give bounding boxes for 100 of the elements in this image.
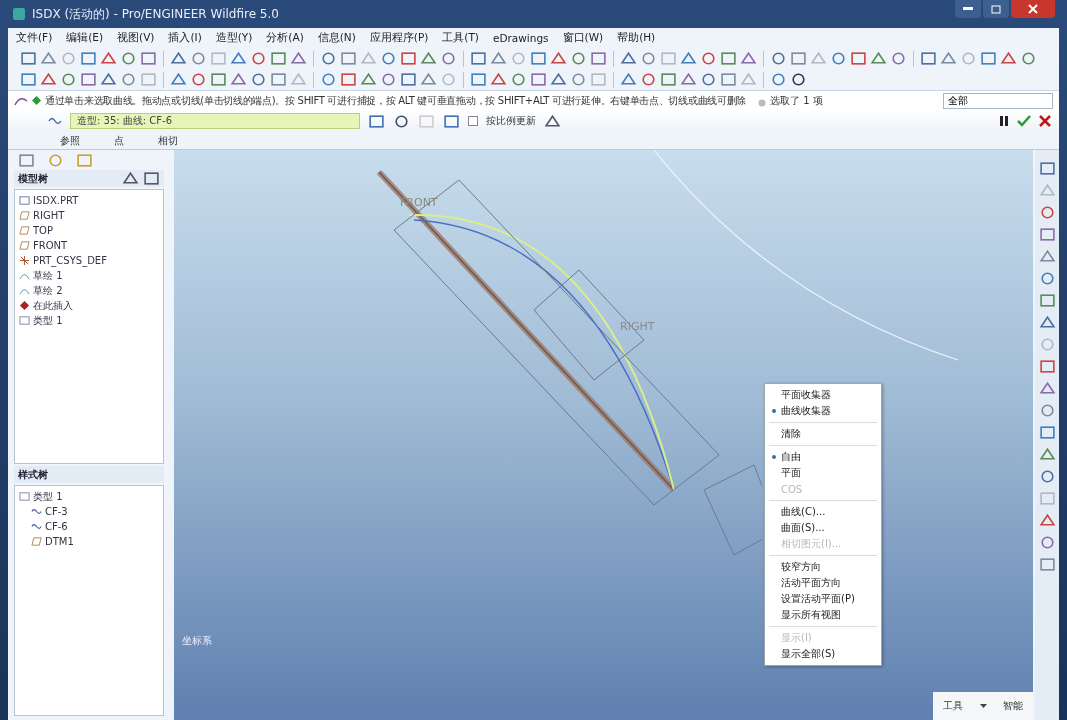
tool-icon[interactable] bbox=[320, 50, 337, 67]
feature-field[interactable]: 造型: 35: 曲线: CF-6 bbox=[70, 113, 360, 129]
menu-item[interactable]: 活动平面方向 bbox=[765, 575, 881, 591]
tree-item[interactable]: TOP bbox=[19, 223, 159, 238]
tool-icon[interactable] bbox=[290, 50, 307, 67]
tool-icon[interactable] bbox=[380, 71, 397, 88]
tool-icon[interactable] bbox=[1038, 204, 1056, 221]
menu-item[interactable]: 曲线(C)... bbox=[765, 504, 881, 520]
tool-icon[interactable] bbox=[510, 71, 527, 88]
tree-item[interactable]: 在此插入 bbox=[19, 298, 159, 313]
close-button[interactable] bbox=[1011, 0, 1055, 18]
tool-icon[interactable] bbox=[680, 71, 697, 88]
caret-icon[interactable] bbox=[979, 704, 987, 708]
pause-icon[interactable] bbox=[999, 115, 1009, 127]
menu-item[interactable]: 信息(N) bbox=[317, 31, 356, 45]
tool-icon[interactable] bbox=[380, 50, 397, 67]
menu-item[interactable]: 窗口(W) bbox=[562, 31, 604, 45]
tab[interactable]: 相切 bbox=[154, 132, 182, 149]
tool-icon[interactable] bbox=[190, 71, 207, 88]
tree-item[interactable]: CF-3 bbox=[19, 504, 159, 520]
tree-item[interactable]: RIGHT bbox=[19, 208, 159, 223]
tool-icon[interactable] bbox=[770, 50, 787, 67]
menu-item[interactable]: 曲线收集器 bbox=[765, 403, 881, 419]
close-icon[interactable] bbox=[1039, 115, 1051, 127]
tool-icon[interactable] bbox=[700, 50, 717, 67]
tab[interactable]: 点 bbox=[110, 132, 128, 149]
checkbox[interactable] bbox=[468, 116, 478, 126]
tool-icon[interactable] bbox=[20, 71, 37, 88]
tool-icon[interactable] bbox=[40, 71, 57, 88]
tab[interactable]: 参照 bbox=[56, 132, 84, 149]
tool-icon[interactable] bbox=[830, 50, 847, 67]
tool-icon[interactable] bbox=[550, 50, 567, 67]
menu-item[interactable]: 插入(I) bbox=[168, 31, 202, 45]
tool-icon[interactable] bbox=[230, 50, 247, 67]
tool-icon[interactable] bbox=[440, 50, 457, 67]
tool-icon[interactable] bbox=[140, 50, 157, 67]
tree-item[interactable]: 类型 1 bbox=[19, 489, 159, 505]
menu-item[interactable]: 视图(V) bbox=[117, 31, 155, 45]
tree-item[interactable]: 草绘 2 bbox=[19, 283, 159, 298]
tool-icon[interactable] bbox=[80, 71, 97, 88]
menu-item[interactable]: 工具(T) bbox=[442, 31, 479, 45]
tool-icon[interactable] bbox=[340, 71, 357, 88]
tool-icon[interactable] bbox=[1020, 50, 1037, 67]
menu-item[interactable]: 显示全部(S) bbox=[765, 646, 881, 662]
tool-icon[interactable] bbox=[1038, 468, 1056, 485]
menu-item[interactable]: 清除 bbox=[765, 426, 881, 442]
tool-icon[interactable] bbox=[393, 112, 410, 130]
tool-icon[interactable] bbox=[80, 50, 97, 67]
filter-dropdown[interactable]: 全部 bbox=[943, 92, 1053, 109]
maximize-button[interactable] bbox=[983, 0, 1009, 18]
menu-item[interactable]: 显示所有视图 bbox=[765, 607, 881, 623]
tool-icon[interactable] bbox=[230, 71, 247, 88]
minimize-button[interactable] bbox=[955, 0, 981, 18]
tool-icon[interactable] bbox=[250, 50, 267, 67]
tool-icon[interactable] bbox=[470, 50, 487, 67]
menu-item[interactable]: 文件(F) bbox=[16, 31, 53, 45]
tool-icon[interactable] bbox=[1038, 226, 1056, 243]
tools-menu[interactable]: 工具 bbox=[943, 699, 963, 713]
check-icon[interactable] bbox=[1017, 115, 1031, 127]
tool-icon[interactable] bbox=[680, 50, 697, 67]
tool-icon[interactable] bbox=[60, 71, 77, 88]
menu-item[interactable]: 造型(Y) bbox=[215, 31, 253, 45]
tool-icon[interactable] bbox=[100, 71, 117, 88]
tool-icon[interactable] bbox=[120, 50, 137, 67]
menu-item[interactable]: 自由 bbox=[765, 449, 881, 465]
tree-item[interactable]: ISDX.PRT bbox=[19, 193, 159, 208]
tree-item[interactable]: FRONT bbox=[19, 238, 159, 253]
tool-icon[interactable] bbox=[550, 71, 567, 88]
tool-icon[interactable] bbox=[870, 50, 887, 67]
tree-item[interactable]: 草绘 1 bbox=[19, 268, 159, 283]
tool-icon[interactable] bbox=[1038, 380, 1056, 397]
tool-icon[interactable] bbox=[400, 50, 417, 67]
tool-icon[interactable] bbox=[620, 50, 637, 67]
tool-icon[interactable] bbox=[530, 50, 547, 67]
tool-icon[interactable] bbox=[250, 71, 267, 88]
menu-item[interactable]: 平面 bbox=[765, 465, 881, 481]
menu-item[interactable]: 较窄方向 bbox=[765, 559, 881, 575]
tree-item[interactable]: CF-6 bbox=[19, 519, 159, 535]
menu-item[interactable]: 编辑(E) bbox=[66, 31, 104, 45]
tool-icon[interactable] bbox=[700, 71, 717, 88]
tree-item[interactable]: DTM1 bbox=[19, 534, 159, 550]
tool-icon[interactable] bbox=[100, 50, 117, 67]
tool-icon[interactable] bbox=[360, 71, 377, 88]
tool-icon[interactable] bbox=[620, 71, 637, 88]
menu-item[interactable]: 设置活动平面(P) bbox=[765, 591, 881, 607]
tool-icon[interactable] bbox=[890, 50, 907, 67]
tool-icon[interactable] bbox=[980, 50, 997, 67]
tool-icon[interactable] bbox=[530, 71, 547, 88]
menu-item[interactable]: 应用程序(P) bbox=[369, 31, 429, 45]
tool-icon[interactable] bbox=[470, 71, 487, 88]
tool-icon[interactable] bbox=[1038, 512, 1056, 529]
menu-item[interactable]: 曲面(S)... bbox=[765, 520, 881, 536]
tool-icon[interactable] bbox=[920, 50, 937, 67]
menu-item[interactable]: 平面收集器 bbox=[765, 387, 881, 403]
tool-icon[interactable] bbox=[1038, 358, 1056, 375]
tool-icon[interactable] bbox=[1038, 160, 1056, 177]
tool-icon[interactable] bbox=[570, 50, 587, 67]
tool-icon[interactable] bbox=[20, 50, 37, 67]
tool-icon[interactable] bbox=[640, 71, 657, 88]
tool-icon[interactable] bbox=[1000, 50, 1017, 67]
